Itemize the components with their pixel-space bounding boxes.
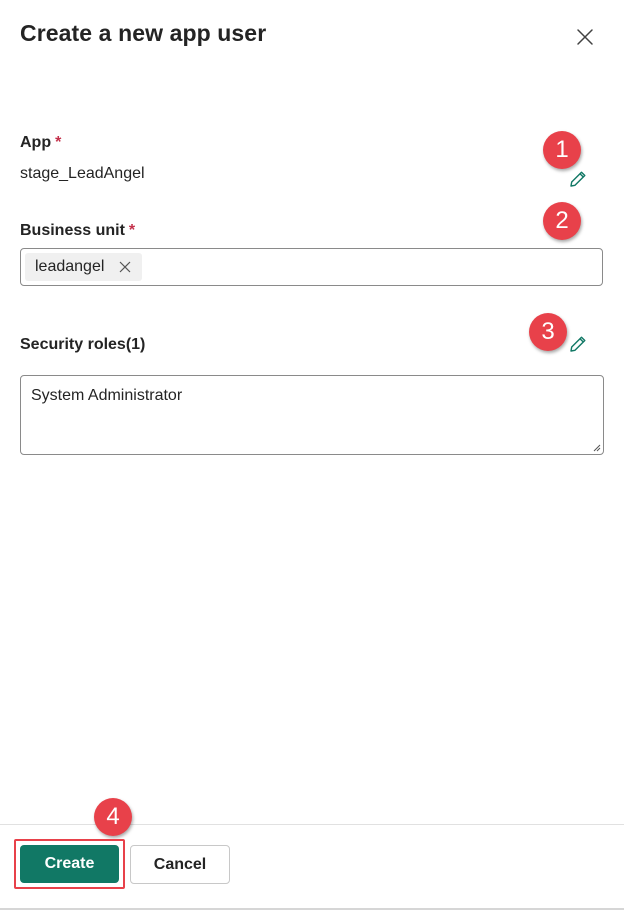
dialog-title: Create a new app user: [20, 20, 267, 46]
pencil-icon: [570, 171, 586, 187]
create-button[interactable]: Create: [20, 845, 119, 883]
callout-badge-2: 2: [543, 202, 581, 240]
callout-badge-4: 4: [94, 798, 132, 836]
footer-divider: [0, 824, 624, 825]
security-roles-value: System Administrator: [31, 387, 183, 404]
business-unit-label: Business unit *: [20, 222, 135, 240]
close-icon: [577, 29, 593, 45]
remove-tag-button[interactable]: [118, 260, 132, 274]
resize-grip-icon[interactable]: [591, 442, 601, 452]
callout-badge-3: 3: [529, 313, 567, 351]
callout-badge-1: 1: [543, 131, 581, 169]
edit-app-button[interactable]: [566, 167, 590, 191]
close-icon: [119, 261, 131, 273]
pencil-icon: [570, 336, 586, 352]
security-roles-textarea[interactable]: System Administrator: [20, 375, 604, 455]
edit-security-roles-button[interactable]: [566, 332, 590, 356]
business-unit-tag-label: leadangel: [35, 258, 105, 275]
cancel-button[interactable]: Cancel: [130, 845, 230, 884]
create-app-user-dialog: Create a new app user App * stage_LeadAng…: [0, 0, 624, 910]
required-indicator: *: [55, 134, 62, 151]
app-label-text: App: [20, 134, 52, 151]
required-indicator: *: [128, 222, 136, 239]
security-roles-label: Security roles(1): [20, 336, 146, 353]
business-unit-label-text: Business unit: [20, 222, 125, 239]
close-button[interactable]: [570, 22, 600, 52]
business-unit-tag: leadangel: [25, 253, 143, 281]
app-label: App *: [20, 134, 61, 152]
app-value: stage_LeadAngel: [20, 165, 145, 182]
business-unit-input[interactable]: leadangel: [20, 248, 603, 286]
